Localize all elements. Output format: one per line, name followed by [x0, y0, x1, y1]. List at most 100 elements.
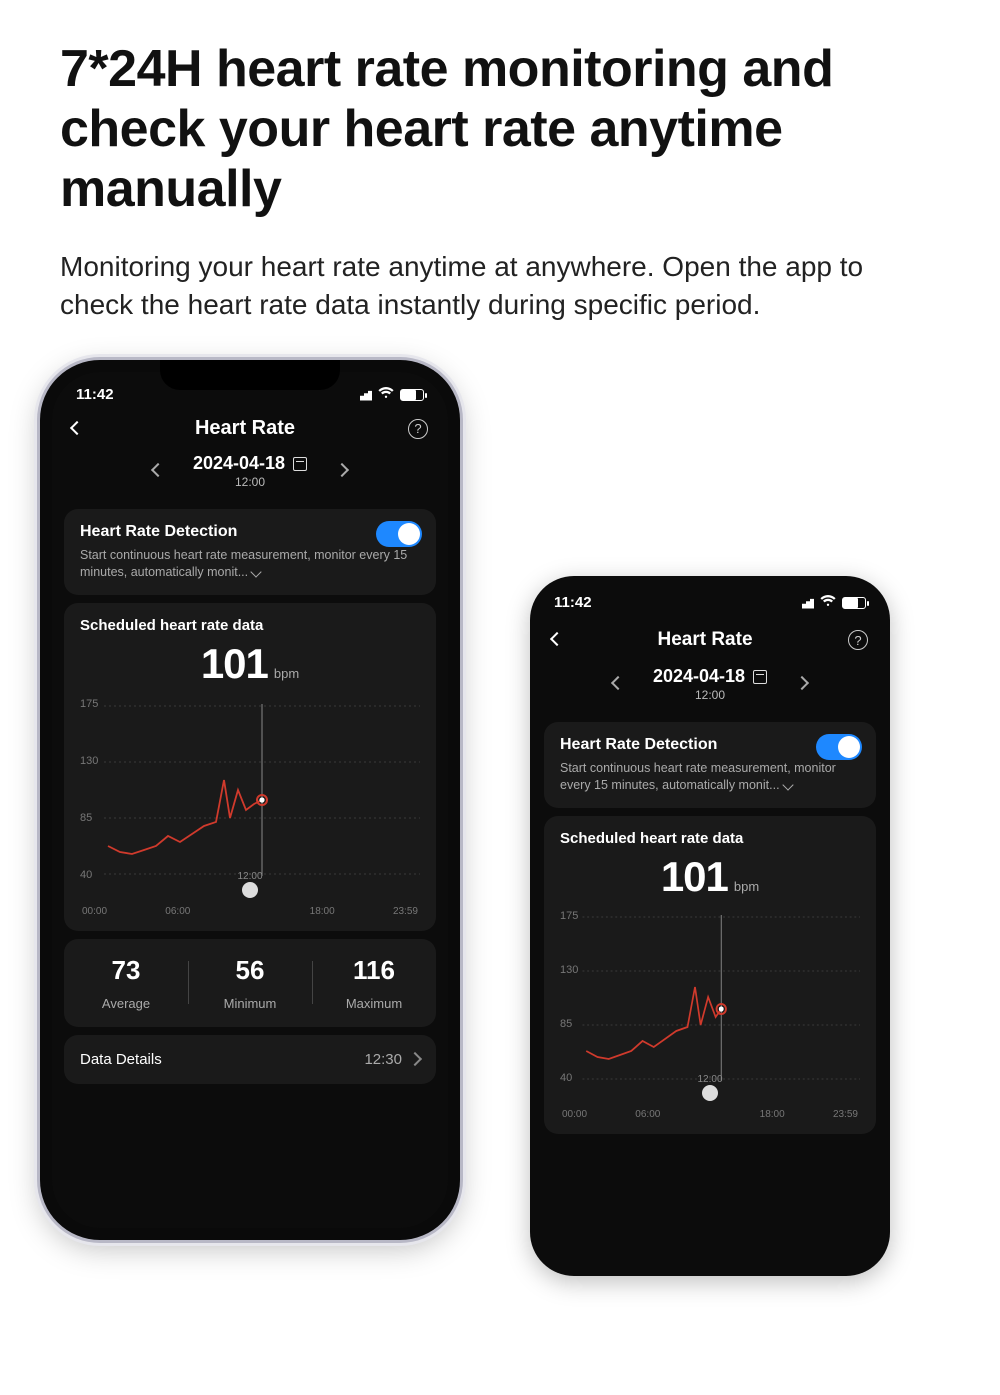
status-icons [356, 386, 424, 403]
chevron-right-icon [335, 463, 349, 477]
detection-toggle[interactable] [816, 734, 862, 760]
wifi-icon [378, 386, 394, 403]
y-tick: 40 [80, 869, 92, 881]
stat-average: 73 Average [64, 955, 188, 1011]
data-details-time: 12:30 [364, 1051, 402, 1068]
time-scrubber[interactable]: 12:00 [80, 882, 420, 902]
chart-value-unit: bpm [734, 879, 759, 894]
back-button[interactable] [72, 420, 82, 438]
y-tick: 85 [560, 1018, 572, 1030]
time-scrubber[interactable]: 12:00 [560, 1085, 860, 1105]
stat-value: 73 [64, 955, 188, 986]
chevron-left-icon [550, 632, 564, 646]
x-tick: 18:00 [760, 1109, 785, 1120]
chart-current-value: 101 bpm [560, 853, 860, 901]
chart-current-value: 101 bpm [80, 640, 420, 688]
status-bar: 11:42 [530, 576, 890, 621]
stat-label: Minimum [188, 996, 312, 1011]
x-tick: 06:00 [635, 1109, 660, 1120]
x-tick: 18:00 [310, 906, 335, 917]
chart-card: Scheduled heart rate data 101 bpm 175 130… [544, 816, 876, 1134]
signal-icon [798, 597, 814, 609]
scrubber-knob[interactable] [242, 882, 258, 898]
stat-label: Maximum [312, 996, 436, 1011]
x-tick: 00:00 [562, 1109, 587, 1120]
date-prev-button[interactable] [153, 462, 163, 480]
chart-value-unit: bpm [274, 666, 299, 681]
date-time: 12:00 [235, 476, 265, 489]
app-screen: 11:42 Heart Rate ? 2024-04-18 12:00 [52, 372, 448, 1228]
x-axis-labels: 00:00 06:00 . 18:00 23:59 [80, 902, 420, 917]
detection-description-text: Start continuous heart rate measurement,… [80, 548, 407, 579]
status-time: 11:42 [554, 594, 592, 611]
calendar-icon [753, 670, 767, 684]
detection-title: Heart Rate Detection [560, 736, 860, 754]
y-tick: 175 [80, 698, 98, 710]
screen-header: Heart Rate ? [530, 621, 890, 661]
phone-frame-secondary: 11:42 Heart Rate ? 2024-04-18 12:00 Hear… [530, 576, 890, 1276]
date-display[interactable]: 2024-04-18 12:00 [193, 454, 307, 489]
calendar-icon [293, 457, 307, 471]
status-time: 11:42 [76, 386, 114, 403]
stat-minimum: 56 Minimum [188, 955, 312, 1011]
date-value: 2024-04-18 [193, 454, 285, 474]
date-picker: 2024-04-18 12:00 [52, 448, 448, 501]
stats-row: 73 Average 56 Minimum 116 Maximum [64, 939, 436, 1027]
heart-rate-chart[interactable]: 175 130 85 40 [80, 694, 420, 884]
y-tick: 175 [560, 910, 578, 922]
detection-description[interactable]: Start continuous heart rate measurement,… [560, 760, 860, 794]
detection-card: Heart Rate Detection Start continuous he… [544, 722, 876, 808]
chevron-left-icon [611, 676, 625, 690]
stat-maximum: 116 Maximum [312, 955, 436, 1011]
x-tick: 23:59 [393, 906, 418, 917]
stat-value: 116 [312, 955, 436, 986]
scrubber-knob[interactable] [702, 1085, 718, 1101]
help-button[interactable]: ? [848, 630, 868, 650]
x-axis-labels: 00:00 06:00 . 18:00 23:59 [560, 1105, 860, 1120]
marketing-headline: 7*24H heart rate monitoring and check yo… [60, 40, 940, 219]
battery-icon [400, 389, 424, 401]
x-tick: 23:59 [833, 1109, 858, 1120]
chevron-down-icon [782, 779, 793, 790]
chevron-down-icon [250, 566, 261, 577]
marketing-subtext: Monitoring your heart rate anytime at an… [60, 248, 940, 324]
help-button[interactable]: ? [408, 419, 428, 439]
stat-label: Average [64, 996, 188, 1011]
x-tick: 00:00 [82, 906, 107, 917]
heart-rate-chart[interactable]: 175 130 85 40 [560, 907, 860, 1087]
data-details-row[interactable]: Data Details 12:30 [64, 1035, 436, 1084]
chart-value-number: 101 [661, 853, 728, 900]
status-icons [798, 594, 866, 611]
chart-value-number: 101 [201, 640, 268, 687]
screen-title: Heart Rate [195, 417, 295, 440]
chart-title: Scheduled heart rate data [80, 617, 420, 634]
date-time: 12:00 [695, 689, 725, 702]
detection-card: Heart Rate Detection Start continuous he… [64, 509, 436, 595]
scrubber-label: 12:00 [237, 871, 262, 882]
back-button[interactable] [552, 631, 562, 649]
y-tick: 130 [80, 755, 98, 767]
date-next-button[interactable] [337, 462, 347, 480]
detection-toggle[interactable] [376, 521, 422, 547]
chevron-right-icon [408, 1052, 422, 1066]
date-next-button[interactable] [797, 675, 807, 693]
detection-description-text: Start continuous heart rate measurement,… [560, 761, 836, 792]
detection-title: Heart Rate Detection [80, 523, 420, 541]
date-picker: 2024-04-18 12:00 [530, 661, 890, 714]
chart-card: Scheduled heart rate data 101 bpm 175 130… [64, 603, 436, 931]
signal-icon [356, 389, 372, 401]
date-prev-button[interactable] [613, 675, 623, 693]
y-tick: 40 [560, 1072, 572, 1084]
date-display[interactable]: 2024-04-18 12:00 [653, 667, 767, 702]
chevron-left-icon [151, 463, 165, 477]
detection-description[interactable]: Start continuous heart rate measurement,… [80, 547, 420, 581]
chart-title: Scheduled heart rate data [560, 830, 860, 847]
battery-icon [842, 597, 866, 609]
screen-title: Heart Rate [657, 629, 752, 651]
y-tick: 130 [560, 964, 578, 976]
chevron-right-icon [795, 676, 809, 690]
phone-notch [160, 360, 340, 390]
screen-header: Heart Rate ? [52, 411, 448, 448]
stat-value: 56 [188, 955, 312, 986]
phone-frame-primary: 11:42 Heart Rate ? 2024-04-18 12:00 [40, 360, 460, 1240]
